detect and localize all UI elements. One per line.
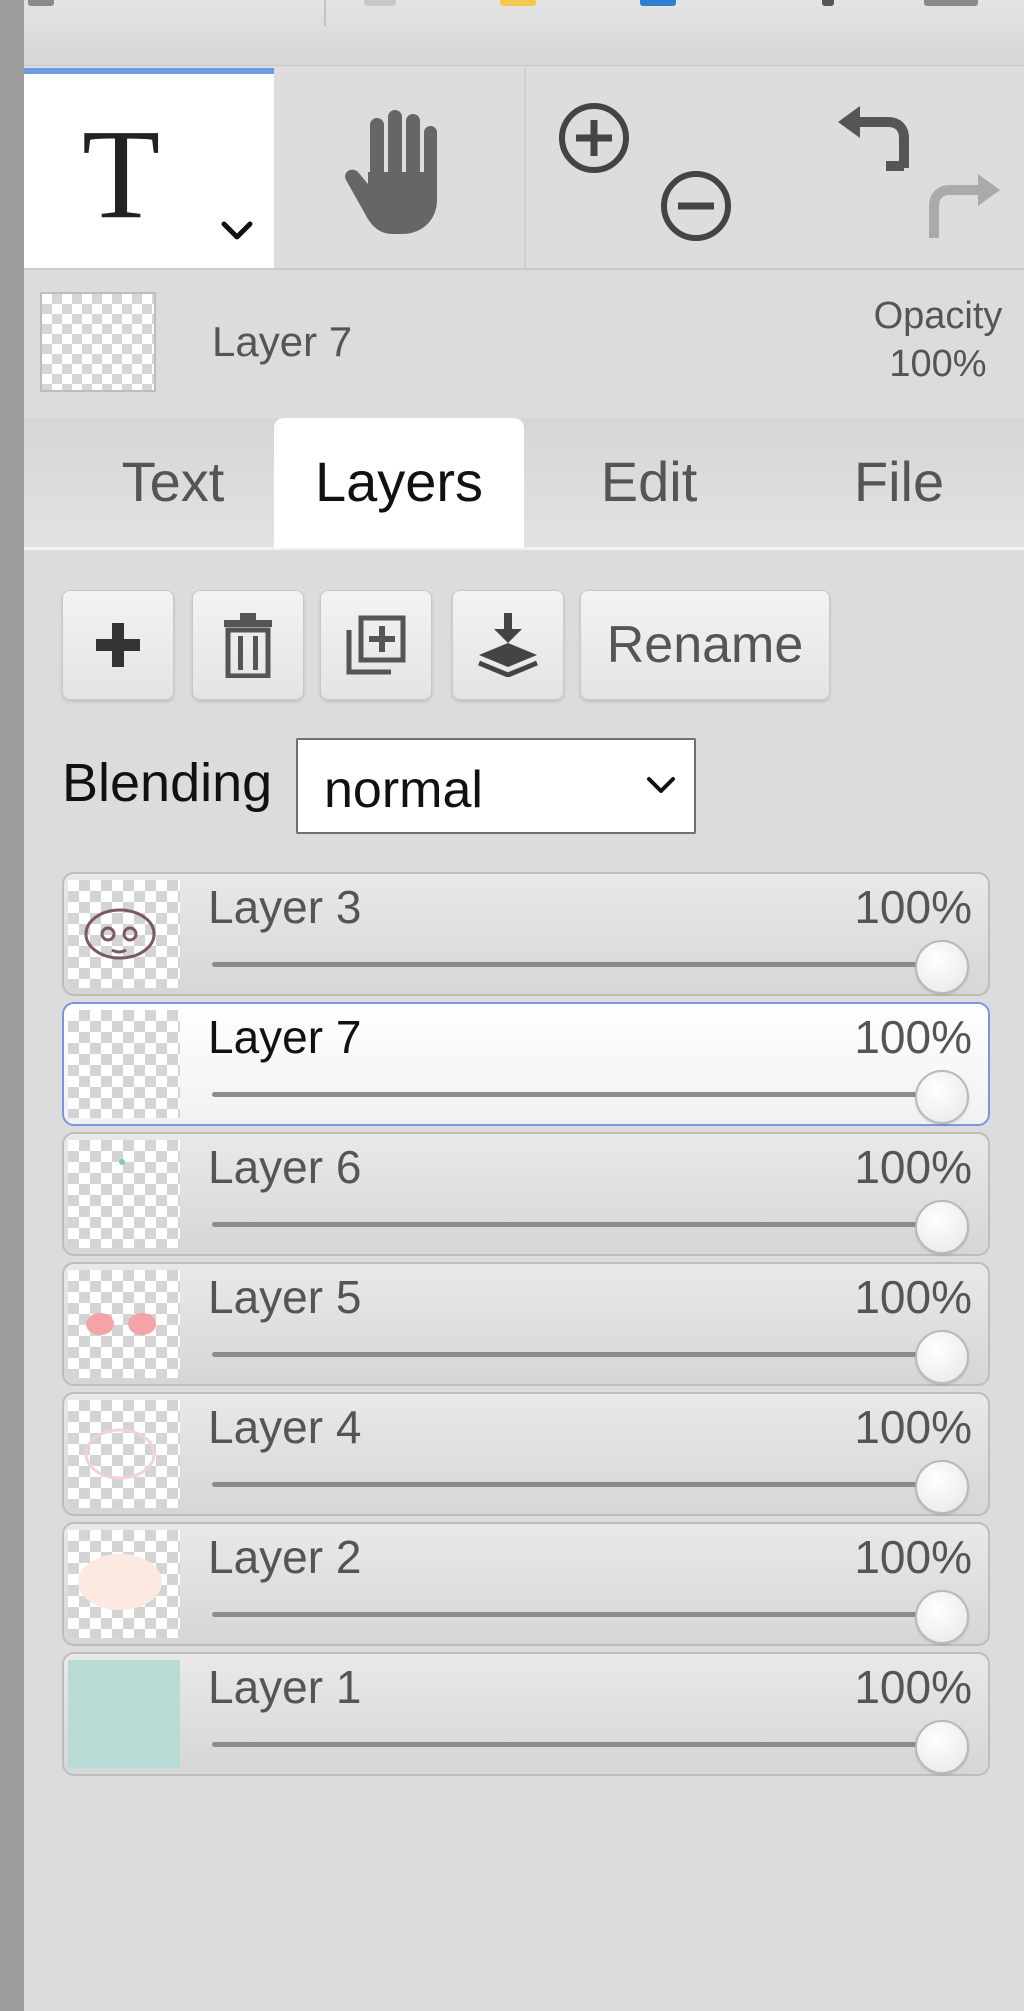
current-layer-opacity[interactable]: Opacity 100%: [858, 292, 1018, 388]
add-layer-button[interactable]: [62, 590, 174, 700]
opacity-label: Opacity: [873, 295, 1003, 337]
layer-name: Layer 1: [208, 1661, 362, 1713]
layer-row[interactable]: Layer 6 100%: [62, 1132, 990, 1256]
chevron-down-icon[interactable]: [220, 220, 254, 242]
left-rail: [0, 0, 24, 2011]
layer-row[interactable]: Layer 3 100%: [62, 872, 990, 996]
rename-layer-button[interactable]: Rename: [580, 590, 830, 700]
layer-name: Layer 2: [208, 1531, 362, 1583]
duplicate-layer-button[interactable]: [320, 590, 432, 700]
tab-file[interactable]: File: [774, 418, 1024, 548]
merge-down-button[interactable]: [452, 590, 564, 700]
chevron-down-icon: [647, 777, 675, 793]
blending-value: normal: [324, 761, 483, 819]
opacity-value: 100%: [889, 343, 987, 385]
text-tool-glyph: T: [82, 103, 161, 245]
layer-opacity-value: 100%: [854, 881, 972, 933]
layers-panel: T Layer 7 Opacity 100% Text Layers Edit …: [24, 0, 1024, 2011]
layer-opacity-slider[interactable]: [212, 1092, 944, 1097]
layer-thumbnail: [68, 1660, 180, 1768]
layer-row[interactable]: Layer 7 100%: [62, 1002, 990, 1126]
undo-icon[interactable]: [836, 102, 912, 174]
current-layer-info: Layer 7 Opacity 100%: [24, 272, 1024, 402]
layer-opacity-slider[interactable]: [212, 1742, 944, 1747]
layer-opacity-slider[interactable]: [212, 1352, 944, 1357]
current-layer-thumbnail: [40, 292, 156, 392]
text-tool-button[interactable]: T: [24, 68, 274, 268]
layer-opacity-slider[interactable]: [212, 962, 944, 967]
layer-opacity-slider[interactable]: [212, 1612, 944, 1617]
zoom-in-icon[interactable]: [558, 102, 630, 174]
tab-text[interactable]: Text: [48, 418, 298, 548]
layer-opacity-value: 100%: [854, 1271, 972, 1323]
zoom-out-icon[interactable]: [660, 170, 732, 242]
color-swatch-yellow[interactable]: [500, 0, 536, 6]
layer-opacity-slider[interactable]: [212, 1222, 944, 1227]
tab-edit[interactable]: Edit: [524, 418, 774, 548]
slider-thumb[interactable]: [915, 1200, 969, 1254]
color-swatch-blue[interactable]: [640, 0, 676, 6]
layer-row[interactable]: Layer 5 100%: [62, 1262, 990, 1386]
layer-name: Layer 7: [208, 1011, 362, 1063]
layer-thumbnail: [68, 880, 180, 988]
merge-down-icon: [478, 613, 538, 677]
slider-thumb[interactable]: [915, 940, 969, 994]
slider-thumb[interactable]: [915, 1070, 969, 1124]
toolbar-separator: [324, 0, 326, 26]
layer-row[interactable]: Layer 1 100%: [62, 1652, 990, 1776]
tab-layers[interactable]: Layers: [274, 418, 524, 548]
hand-icon: [345, 110, 437, 234]
layer-name: Layer 5: [208, 1271, 362, 1323]
layer-name: Layer 3: [208, 881, 362, 933]
tool-bar: T: [24, 68, 1024, 270]
top-icon[interactable]: [28, 0, 54, 6]
hand-tool-button[interactable]: [274, 68, 524, 268]
layer-row[interactable]: Layer 2 100%: [62, 1522, 990, 1646]
slider-thumb[interactable]: [915, 1590, 969, 1644]
layer-opacity-value: 100%: [854, 1531, 972, 1583]
layer-opacity-value: 100%: [854, 1661, 972, 1713]
layer-thumbnail: [68, 1530, 180, 1638]
layer-thumbnail: [68, 1010, 180, 1118]
top-toolbar-strip: [24, 0, 1024, 66]
layer-opacity-value: 100%: [854, 1011, 972, 1063]
panel-tabs: Text Layers Edit File: [24, 418, 1024, 550]
zoom-tool-group: [526, 68, 776, 268]
layer-thumbnail: [68, 1270, 180, 1378]
top-icon[interactable]: [822, 0, 834, 6]
delete-layer-button[interactable]: [192, 590, 304, 700]
history-tool-group: [776, 68, 1024, 268]
top-icon[interactable]: [924, 0, 978, 6]
layer-name: Layer 4: [208, 1401, 362, 1453]
top-icon[interactable]: [364, 0, 396, 6]
layer-thumbnail: [68, 1140, 180, 1248]
slider-thumb[interactable]: [915, 1460, 969, 1514]
blending-label: Blending: [62, 753, 273, 813]
layer-opacity-value: 100%: [854, 1401, 972, 1453]
duplicate-icon: [346, 615, 406, 675]
plus-icon: [96, 623, 140, 667]
layer-opacity-slider[interactable]: [212, 1482, 944, 1487]
layer-opacity-value: 100%: [854, 1141, 972, 1193]
layer-name: Layer 6: [208, 1141, 362, 1193]
trash-icon: [224, 613, 272, 678]
layer-thumbnail: [68, 1400, 180, 1508]
current-layer-name: Layer 7: [212, 318, 353, 365]
layer-row[interactable]: Layer 4 100%: [62, 1392, 990, 1516]
slider-thumb[interactable]: [915, 1330, 969, 1384]
slider-thumb[interactable]: [915, 1720, 969, 1774]
redo-icon[interactable]: [926, 170, 1002, 242]
blending-select[interactable]: normal: [296, 738, 696, 834]
